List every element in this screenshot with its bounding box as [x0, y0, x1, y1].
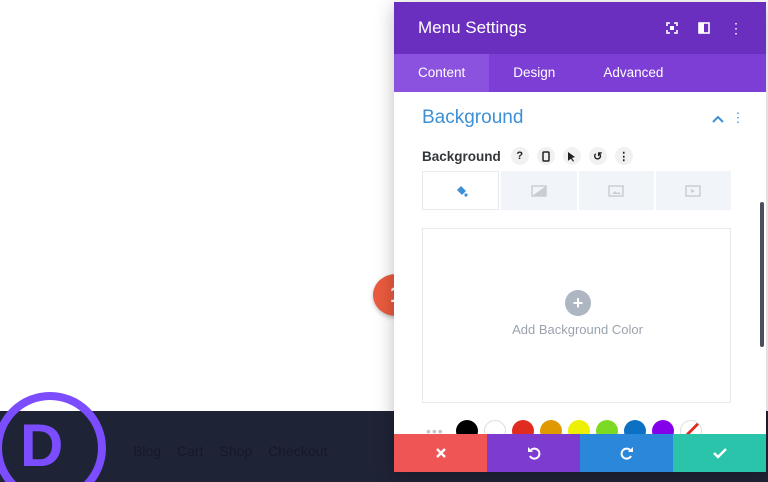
- logo-letter: D: [20, 412, 64, 479]
- cancel-button[interactable]: [394, 434, 487, 472]
- gradient-icon[interactable]: [501, 171, 577, 210]
- tab-design[interactable]: Design: [489, 54, 579, 92]
- background-field-row: Background ? ↺ ⋮: [394, 144, 766, 168]
- nav-link-blog[interactable]: Blog: [133, 443, 161, 459]
- expand-icon[interactable]: [656, 16, 688, 40]
- page: D Blog Cart Shop Checkout 1 Menu Setting…: [0, 0, 768, 482]
- modal-scrollbar[interactable]: [760, 202, 764, 347]
- mobile-icon[interactable]: [536, 147, 555, 165]
- color-fill-icon[interactable]: [422, 171, 500, 210]
- image-icon[interactable]: [578, 171, 654, 210]
- help-icon[interactable]: ?: [510, 147, 529, 165]
- tab-content[interactable]: Content: [394, 54, 490, 92]
- modal-title: Menu Settings: [418, 18, 527, 37]
- add-background-color-label: Add Background Color: [512, 322, 643, 337]
- menu-settings-modal: Menu Settings ⋮ Content Design Advanced …: [394, 2, 766, 472]
- redo-button[interactable]: [580, 434, 673, 472]
- nav-link-cart[interactable]: Cart: [177, 443, 203, 459]
- modal-action-bar: [394, 434, 766, 472]
- field-more-icon[interactable]: ⋮: [614, 147, 633, 165]
- background-type-tabs: [422, 171, 731, 210]
- section-title: Background: [422, 107, 524, 128]
- save-button[interactable]: [673, 434, 766, 472]
- sidebar-icon[interactable]: [688, 16, 720, 40]
- undo-button[interactable]: [487, 434, 580, 472]
- add-background-color-area[interactable]: + Add Background Color: [422, 228, 731, 403]
- nav-link-shop[interactable]: Shop: [219, 443, 252, 459]
- site-nav: Blog Cart Shop Checkout: [133, 443, 327, 459]
- tab-advanced[interactable]: Advanced: [579, 54, 687, 92]
- section-more-icon[interactable]: ⋮: [728, 110, 748, 126]
- hover-cursor-icon[interactable]: [562, 147, 581, 165]
- background-section-header[interactable]: Background ⋮: [394, 92, 766, 144]
- reset-icon[interactable]: ↺: [588, 147, 607, 165]
- more-options-icon[interactable]: ⋮: [720, 16, 752, 40]
- nav-link-checkout[interactable]: Checkout: [268, 443, 327, 459]
- field-label: Background: [422, 148, 501, 164]
- add-plus-icon[interactable]: +: [565, 290, 591, 316]
- chevron-up-icon[interactable]: [708, 111, 728, 126]
- modal-header: Menu Settings ⋮: [394, 2, 766, 54]
- modal-tabs: Content Design Advanced: [394, 54, 766, 92]
- video-icon[interactable]: [655, 171, 731, 210]
